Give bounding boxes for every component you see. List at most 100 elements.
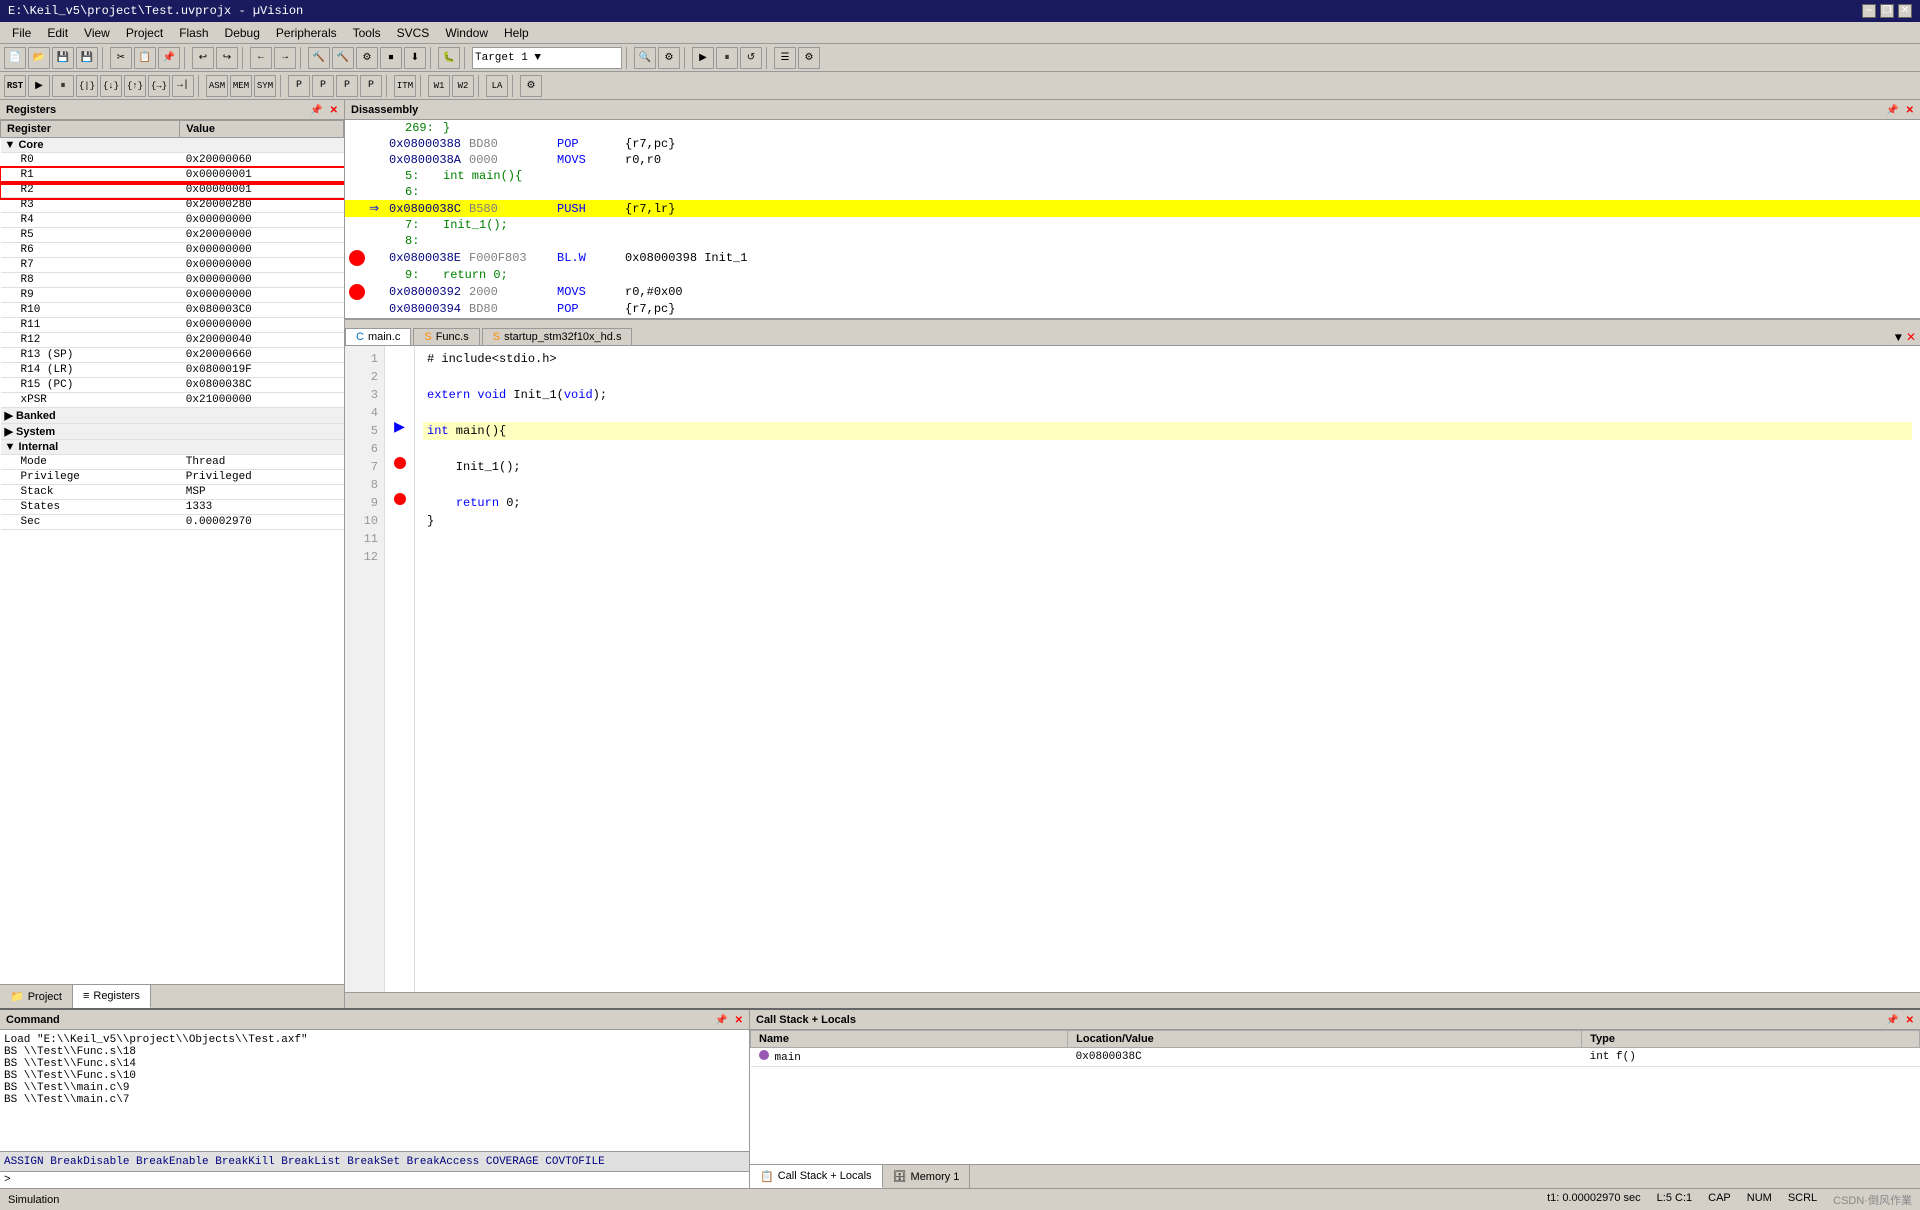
periph3-btn[interactable]: P (336, 75, 358, 97)
periph4-btn[interactable]: P (360, 75, 382, 97)
save-all-btn[interactable]: 💾 (76, 47, 98, 69)
bp-gutter-slot[interactable] (385, 544, 414, 562)
rebuild-btn[interactable]: 🔨 (332, 47, 354, 69)
bp-gutter-slot[interactable] (385, 400, 414, 418)
stop2-btn[interactable]: ⏸ (716, 47, 738, 69)
reg-row[interactable]: StackMSP (1, 485, 344, 500)
dis-line[interactable]: 5: int main(){ (345, 168, 1920, 184)
menu-help[interactable]: Help (496, 24, 537, 42)
code-line[interactable] (423, 368, 1912, 386)
mem-btn[interactable]: MEM (230, 75, 252, 97)
download-btn[interactable]: ⬇ (404, 47, 426, 69)
menu-window[interactable]: Window (437, 24, 496, 42)
registers-pin-icon[interactable]: 📌 (310, 105, 322, 116)
stepout-btn[interactable]: {↑} (124, 75, 146, 97)
bp-gutter-slot[interactable] (385, 382, 414, 400)
callstack-close-icon[interactable]: ✕ (1906, 1015, 1914, 1026)
callstack-pin-icon[interactable]: 📌 (1886, 1015, 1898, 1026)
code-line[interactable]: } (423, 512, 1912, 530)
dis-line[interactable]: 7: Init_1(); (345, 217, 1920, 233)
periph-btn[interactable]: P (288, 75, 310, 97)
run2-btn[interactable]: ▶ (28, 75, 50, 97)
reg-row[interactable]: R14 (LR)0x0800019F (1, 363, 344, 378)
reg-row[interactable]: R20x00000001 (1, 183, 344, 198)
code-line[interactable]: Init_1(); (423, 458, 1912, 476)
code-line[interactable] (423, 476, 1912, 494)
misc1-btn[interactable]: ☰ (774, 47, 796, 69)
expand-icon[interactable]: ▼ (5, 441, 19, 453)
disassembly-close-icon[interactable]: ✕ (1906, 105, 1914, 116)
reg-row[interactable]: R15 (PC)0x0800038C (1, 378, 344, 393)
stop-btn[interactable]: ⏹ (380, 47, 402, 69)
source-breakpoint-dot[interactable] (394, 457, 406, 469)
code-line[interactable] (423, 548, 1912, 566)
ws2-btn[interactable]: W2 (452, 75, 474, 97)
build-btn[interactable]: 🔨 (308, 47, 330, 69)
reg-row[interactable]: R50x20000000 (1, 228, 344, 243)
registers-close-icon[interactable]: ✕ (330, 105, 338, 116)
source-breakpoint-dot[interactable] (394, 493, 406, 505)
menu-peripherals[interactable]: Peripherals (268, 24, 345, 42)
tab-callstack[interactable]: 📋 Call Stack + Locals (750, 1165, 883, 1188)
reg-row[interactable]: R13 (SP)0x20000660 (1, 348, 344, 363)
reg-row[interactable]: R120x20000040 (1, 333, 344, 348)
reg-row[interactable]: R100x080003C0 (1, 303, 344, 318)
dis-line[interactable]: ⇒0x0800038CB580PUSH{r7,lr} (345, 200, 1920, 217)
reset-btn[interactable]: ↺ (740, 47, 762, 69)
dis-line[interactable]: 269: } (345, 120, 1920, 136)
code-line[interactable]: # include<stdio.h> (423, 350, 1912, 368)
bp-gutter-slot[interactable] (385, 436, 414, 454)
find-btn[interactable]: 🔍 (634, 47, 656, 69)
source-hscroll[interactable] (345, 993, 1920, 1008)
code-line[interactable]: extern void Init_1(void); (423, 386, 1912, 404)
tab-memory1[interactable]: 🗄 Memory 1 (883, 1165, 971, 1188)
bp-gutter[interactable]: ▶ (385, 346, 415, 992)
options-btn[interactable]: ⚙ (658, 47, 680, 69)
reg-row[interactable]: xPSR0x21000000 (1, 393, 344, 408)
command-pin-icon[interactable]: 📌 (715, 1015, 727, 1026)
reg-row[interactable]: R30x20000280 (1, 198, 344, 213)
code-line[interactable]: return 0; (423, 494, 1912, 512)
reg-row[interactable]: States1333 (1, 500, 344, 515)
tab-project[interactable]: 📁 Project (0, 985, 73, 1008)
instr-btn[interactable]: ITM (394, 75, 416, 97)
source-tab-dropdown[interactable]: ▼ (1895, 331, 1902, 345)
expand-icon[interactable]: ▶ (5, 426, 17, 438)
paste-btn[interactable]: 📌 (158, 47, 180, 69)
new-file-btn[interactable]: 📄 (4, 47, 26, 69)
code-line[interactable] (423, 440, 1912, 458)
ws1-btn[interactable]: W1 (428, 75, 450, 97)
debug-btn[interactable]: 🐛 (438, 47, 460, 69)
dis-line[interactable]: 8: (345, 233, 1920, 249)
dis-line[interactable]: 0x0800038A0000MOVSr0,r0 (345, 152, 1920, 168)
bp-gutter-slot[interactable] (385, 526, 414, 544)
disasm-btn[interactable]: ASM (206, 75, 228, 97)
dis-line[interactable]: 0x08000388BD80POP{r7,pc} (345, 136, 1920, 152)
logic-btn[interactable]: LA (486, 75, 508, 97)
menu-tools[interactable]: Tools (345, 24, 389, 42)
reg-row[interactable]: R70x00000000 (1, 258, 344, 273)
compile-btn[interactable]: ⚙ (356, 47, 378, 69)
breakpoint-dot[interactable] (349, 250, 365, 266)
rst-btn[interactable]: RST (4, 75, 26, 97)
menu-edit[interactable]: Edit (39, 24, 76, 42)
misc2-btn[interactable]: ⚙ (798, 47, 820, 69)
step-btn[interactable]: {→} (148, 75, 170, 97)
bp-gutter-slot[interactable] (385, 346, 414, 364)
sym-btn[interactable]: SYM (254, 75, 276, 97)
undo-btn[interactable]: ↩ (192, 47, 214, 69)
source-tab-close[interactable]: ✕ (1906, 330, 1916, 345)
callstack-content[interactable]: Name Location/Value Type main0x0800038Ci… (750, 1030, 1920, 1164)
stepover-btn[interactable]: {|} (76, 75, 98, 97)
callstack-row[interactable]: main0x0800038Cint f() (751, 1048, 1920, 1067)
menu-flash[interactable]: Flash (171, 24, 216, 42)
run-btn[interactable]: ▶ (692, 47, 714, 69)
command-content[interactable]: Load "E:\\Keil_v5\\project\\Objects\\Tes… (0, 1030, 749, 1151)
save-btn[interactable]: 💾 (52, 47, 74, 69)
bp-gutter-slot[interactable] (385, 508, 414, 526)
redo-btn[interactable]: ↪ (216, 47, 238, 69)
target-combo[interactable]: Target 1 ▼ (472, 47, 622, 69)
code-line[interactable] (423, 404, 1912, 422)
bp-gutter-slot[interactable]: ▶ (385, 418, 414, 436)
goto-btn[interactable]: →| (172, 75, 194, 97)
